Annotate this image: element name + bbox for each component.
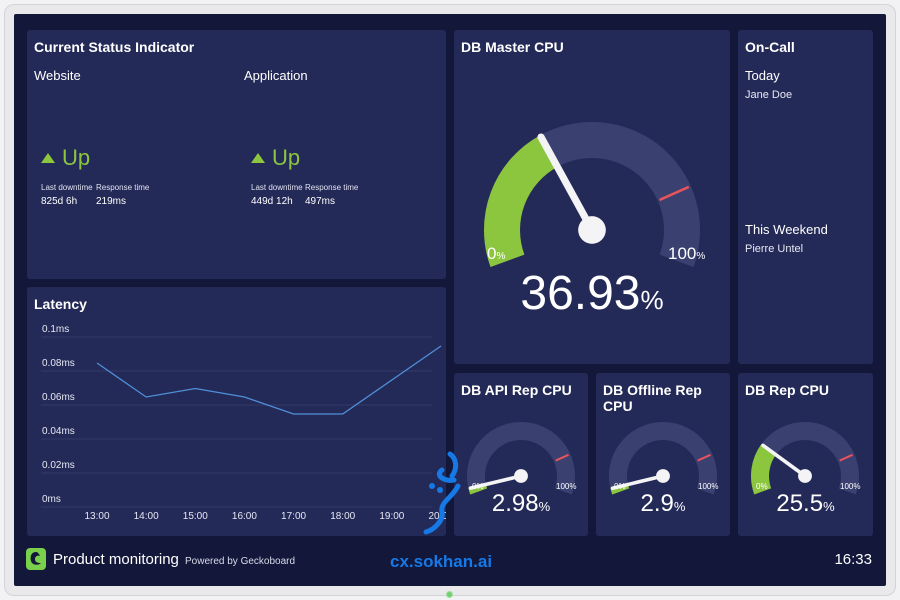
y-tick-label: 0.02ms bbox=[42, 460, 75, 471]
application-last-downtime: Last downtime 449d 12h bbox=[251, 183, 303, 207]
y-tick-label: 0.08ms bbox=[42, 358, 75, 369]
x-tick-label: 18:00 bbox=[330, 511, 355, 522]
dashboard-title: Product monitoring bbox=[53, 551, 179, 568]
triangle-up-icon bbox=[41, 153, 55, 163]
latency-panel: Latency 0.1ms 0.08ms 0.06ms 0.04ms 0.02ms 0ms… bbox=[27, 287, 446, 536]
application-status: Up bbox=[251, 145, 300, 171]
x-tick-label: 14:00 bbox=[134, 511, 159, 522]
gauge-fill bbox=[484, 135, 558, 267]
db-api-rep-cpu-panel: DB API Rep CPU 0% 100% 2.98% bbox=[454, 373, 588, 536]
x-tick-label: 15:00 bbox=[183, 511, 208, 522]
on-call-panel: On-Call Today Jane Doe This Weekend Pier… bbox=[738, 30, 873, 364]
latency-series-line bbox=[96, 345, 442, 415]
dashboard-screen: Current Status Indicator Website Up Last… bbox=[14, 14, 886, 586]
application-status-text: Up bbox=[272, 145, 301, 170]
gauge-hub bbox=[514, 469, 528, 483]
gauge-hub bbox=[656, 469, 670, 483]
on-call-weekend-name: Pierre Untel bbox=[745, 243, 804, 255]
watermark-logo-icon bbox=[423, 451, 461, 535]
website-response-time: Response time 219ms bbox=[96, 183, 149, 207]
status-panel: Current Status Indicator Website Up Last… bbox=[27, 30, 446, 279]
y-tick-label: 0.06ms bbox=[42, 392, 75, 403]
response-time-value: 497ms bbox=[305, 196, 336, 207]
db-offline-rep-cpu-panel: DB Offline Rep CPU 0% 100% 2.9% bbox=[596, 373, 730, 536]
db-rep-cpu-panel: DB Rep CPU 0% 100% 25.5% bbox=[738, 373, 873, 536]
y-tick-label: 0.1ms bbox=[42, 324, 69, 335]
on-call-weekend-label: This Weekend bbox=[745, 222, 828, 237]
y-tick-label: 0.04ms bbox=[42, 426, 75, 437]
power-indicator-icon bbox=[446, 591, 453, 598]
x-tick-label: 13:00 bbox=[84, 511, 109, 522]
x-tick-label: 17:00 bbox=[281, 511, 306, 522]
website-status: Up bbox=[41, 145, 90, 171]
x-tick-label: 19:00 bbox=[379, 511, 404, 522]
last-downtime-value: 449d 12h bbox=[251, 196, 293, 207]
last-downtime-label: Last downtime bbox=[41, 183, 93, 192]
latency-chart: 0.1ms 0.08ms 0.06ms 0.04ms 0.02ms 0ms 13:00 14:… bbox=[41, 324, 446, 522]
db-offline-rep-cpu-value: 2.9% bbox=[640, 490, 686, 517]
response-time-label: Response time bbox=[96, 183, 150, 192]
response-time-label: Response time bbox=[305, 183, 359, 192]
gauge-hub bbox=[578, 216, 606, 244]
db-api-rep-cpu-value: 2.98% bbox=[491, 490, 551, 517]
on-call-title: On-Call bbox=[745, 39, 795, 55]
application-response-time: Response time 497ms bbox=[305, 183, 358, 207]
clock: 16:33 bbox=[834, 551, 872, 568]
last-downtime-value: 825d 6h bbox=[41, 196, 78, 207]
website-last-downtime: Last downtime 825d 6h bbox=[41, 183, 93, 207]
website-status-text: Up bbox=[62, 145, 91, 170]
powered-by-label: Powered by Geckoboard bbox=[185, 556, 296, 567]
website-label: Website bbox=[34, 68, 81, 83]
application-label: Application bbox=[244, 68, 308, 83]
status-panel-title: Current Status Indicator bbox=[34, 39, 195, 55]
gauge-max-label: 100% bbox=[668, 244, 706, 263]
on-call-today-name: Jane Doe bbox=[745, 89, 793, 101]
db-master-cpu-value: 36.93% bbox=[520, 267, 664, 320]
db-rep-cpu-value: 25.5% bbox=[776, 490, 835, 517]
gauge-hub bbox=[798, 469, 812, 483]
x-tick-label: 16:00 bbox=[232, 511, 257, 522]
on-call-today-label: Today bbox=[745, 68, 780, 83]
geckoboard-logo-icon bbox=[26, 548, 46, 570]
db-master-cpu-panel: DB Master CPU 0% 100% 36.93% bbox=[454, 30, 730, 364]
y-tick-label: 0ms bbox=[42, 494, 61, 505]
last-downtime-label: Last downtime bbox=[251, 183, 303, 192]
triangle-up-icon bbox=[251, 153, 265, 163]
watermark-text: cx.sokhan.ai bbox=[390, 552, 493, 571]
response-time-value: 219ms bbox=[96, 196, 127, 207]
gauge-min-label: 0% bbox=[487, 244, 506, 263]
